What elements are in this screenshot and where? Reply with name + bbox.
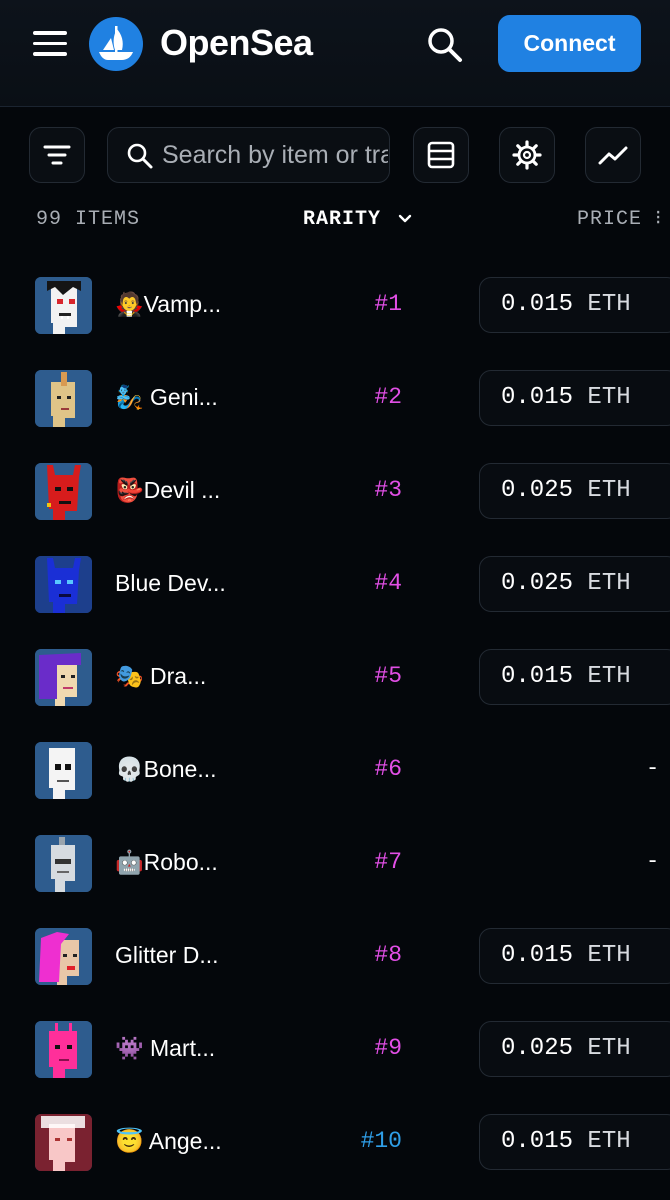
list-item[interactable]: 👺Devil ... #3 0.025 ETH [0, 444, 670, 537]
price-value: 0.025 [501, 1035, 574, 1062]
search-icon[interactable] [424, 24, 466, 66]
rarity-sort-label: RARITY [303, 208, 382, 231]
item-rarity-rank: #5 [374, 663, 402, 689]
connect-button[interactable]: Connect [498, 15, 641, 72]
list-view-icon [427, 141, 455, 169]
menu-icon[interactable] [33, 31, 67, 56]
item-thumbnail [35, 370, 92, 427]
item-thumbnail [35, 277, 92, 334]
price-value: 0.015 [501, 942, 574, 969]
price-value: 0.015 [501, 384, 574, 411]
list-item[interactable]: 🎭 Dra... #5 0.015 ETH [0, 630, 670, 723]
activity-chart-icon [598, 146, 628, 165]
list-item[interactable]: 💀Bone... #6 - [0, 723, 670, 816]
search-field[interactable] [107, 127, 390, 183]
chevron-down-icon [398, 214, 412, 222]
item-thumbnail [35, 742, 92, 799]
item-name: 🧛Vamp... [115, 291, 222, 317]
list-view-button[interactable] [413, 127, 469, 183]
item-name: 👾 Mart... [115, 1035, 216, 1061]
item-rarity-rank: #9 [374, 1035, 402, 1061]
item-name: Glitter D... [115, 942, 219, 968]
item-rarity-rank: #2 [374, 384, 402, 410]
price-value: 0.015 [501, 663, 574, 690]
price-column-header[interactable]: PRICE ⁝ [577, 207, 662, 233]
settings-button[interactable] [499, 127, 555, 183]
list-item[interactable]: 😇 Ange... #10 0.015 ETH [0, 1095, 670, 1188]
search-icon [127, 143, 153, 169]
item-name: Blue Dev... [115, 570, 226, 596]
price-column-label: PRICE [577, 208, 643, 231]
price-currency: ETH [587, 663, 631, 690]
price-currency: ETH [587, 1128, 631, 1155]
item-rarity-rank: #7 [374, 849, 402, 875]
filter-icon [43, 145, 71, 165]
list-item[interactable]: 👾 Mart... #9 0.025 ETH [0, 1002, 670, 1095]
item-price[interactable]: 0.015 ETH [479, 1114, 670, 1170]
item-price[interactable]: 0.015 ETH [479, 649, 670, 705]
item-rarity-rank: #10 [360, 1128, 402, 1154]
item-name: 🧞 Geni... [115, 384, 218, 410]
item-price[interactable]: 0.025 ETH [479, 463, 670, 519]
item-price[interactable]: 0.015 ETH [479, 277, 670, 333]
item-name: 🎭 Dra... [115, 663, 207, 689]
item-name: 😇 Ange... [115, 1128, 222, 1154]
rarity-sort-toggle[interactable]: RARITY [303, 207, 412, 233]
price-currency: ETH [587, 477, 631, 504]
item-thumbnail [35, 1114, 92, 1171]
price-currency: ETH [587, 570, 631, 597]
items-count: 99 ITEMS [36, 208, 141, 231]
top-navigation-bar: OpenSea Connect [0, 0, 670, 107]
item-thumbnail [35, 463, 92, 520]
item-price[interactable]: 0.015 ETH [479, 370, 670, 426]
list-item[interactable]: Glitter D... #8 0.015 ETH [0, 909, 670, 1002]
price-currency: ETH [587, 1035, 631, 1062]
settings-icon [512, 140, 542, 170]
item-price[interactable]: 0.025 ETH [479, 1021, 670, 1077]
item-rarity-rank: #6 [374, 756, 402, 782]
price-currency: ETH [587, 291, 631, 318]
item-price[interactable]: 0.025 ETH [479, 556, 670, 612]
price-value: 0.015 [501, 291, 574, 318]
list-item[interactable]: 🧞 Geni... #2 0.015 ETH [0, 351, 670, 444]
list-item[interactable]: 🧛Vamp... #1 0.015 ETH [0, 258, 670, 351]
item-thumbnail [35, 835, 92, 892]
list-item[interactable]: Blue Dev... #4 0.025 ETH [0, 537, 670, 630]
item-name: 👺Devil ... [115, 477, 221, 503]
price-value: 0.025 [501, 477, 574, 504]
price-value: 0.015 [501, 1128, 574, 1155]
item-price-empty: - [646, 849, 660, 874]
price-currency: ETH [587, 942, 631, 969]
item-thumbnail [35, 1021, 92, 1078]
filter-button[interactable] [29, 127, 85, 183]
item-rarity-rank: #8 [374, 942, 402, 968]
item-price-empty: - [646, 756, 660, 781]
item-name: 🤖Robo... [115, 849, 218, 875]
item-rarity-rank: #4 [374, 570, 402, 596]
item-rarity-rank: #1 [374, 291, 402, 317]
item-price[interactable]: 0.015 ETH [479, 928, 670, 984]
price-currency: ETH [587, 384, 631, 411]
item-rarity-rank: #3 [374, 477, 402, 503]
item-thumbnail [35, 556, 92, 613]
item-list: 🧛Vamp... #1 0.015 ETH 🧞 Geni... #2 0.015… [0, 258, 670, 1188]
price-value: 0.025 [501, 570, 574, 597]
brand-name[interactable]: OpenSea [160, 20, 313, 66]
item-name: 💀Bone... [115, 756, 217, 782]
list-item[interactable]: 🤖Robo... #7 - [0, 816, 670, 909]
item-thumbnail [35, 649, 92, 706]
item-thumbnail [35, 928, 92, 985]
activity-button[interactable] [585, 127, 641, 183]
search-input[interactable] [162, 128, 388, 182]
opensea-logo[interactable] [89, 17, 143, 71]
